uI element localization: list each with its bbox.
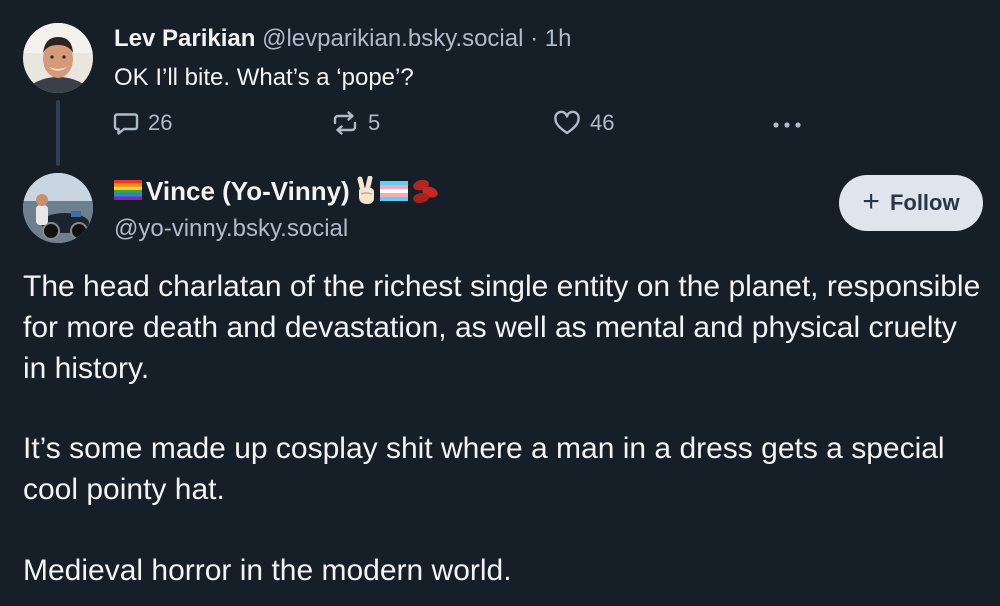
transgender-flag-icon — [378, 181, 408, 201]
post-paragraph: The head charlatan of the richest single… — [23, 270, 981, 385]
post-paragraph: It’s some made up cosplay shit where a m… — [23, 432, 945, 506]
heart-icon — [552, 109, 582, 137]
post-paragraph: Medieval horror in the modern world. — [23, 554, 512, 587]
meta-separator: · — [530, 25, 539, 52]
post-text: OK I’ll bite. What’s a ‘pope’? — [114, 64, 414, 91]
like-button[interactable]: 46 — [552, 108, 614, 138]
author-name[interactable]: Vince (Yo-Vinny) — [146, 174, 350, 208]
thread-line — [56, 100, 60, 166]
timestamp[interactable]: 1h — [545, 25, 572, 52]
author-name-row: Vince (Yo-Vinny) — [114, 174, 440, 208]
plus-icon: + — [862, 184, 880, 218]
reply-count: 26 — [148, 110, 173, 135]
beans-icon — [408, 177, 440, 205]
author-handle[interactable]: @yo-vinny.bsky.social — [114, 213, 348, 245]
like-count: 46 — [590, 110, 615, 135]
avatar[interactable] — [23, 173, 93, 243]
repost-icon — [330, 109, 360, 137]
rainbow-flag-icon — [114, 174, 142, 208]
name-emojis — [352, 176, 440, 206]
post-header: Lev Parikian @levparikian.bsky.social · … — [114, 24, 572, 54]
follow-button[interactable]: + Follow — [839, 175, 983, 231]
author-handle[interactable]: @levparikian.bsky.social — [262, 25, 523, 52]
reply-button[interactable]: 26 — [112, 108, 172, 138]
more-options-button[interactable] — [770, 110, 804, 140]
ellipsis-icon — [770, 112, 804, 138]
repost-count: 5 — [368, 110, 381, 135]
repost-button[interactable]: 5 — [330, 108, 380, 138]
follow-label: Follow — [889, 190, 960, 215]
victory-hand-icon — [352, 176, 378, 206]
avatar[interactable] — [23, 23, 93, 93]
author-name[interactable]: Lev Parikian — [114, 25, 255, 52]
reply-icon — [112, 109, 140, 137]
